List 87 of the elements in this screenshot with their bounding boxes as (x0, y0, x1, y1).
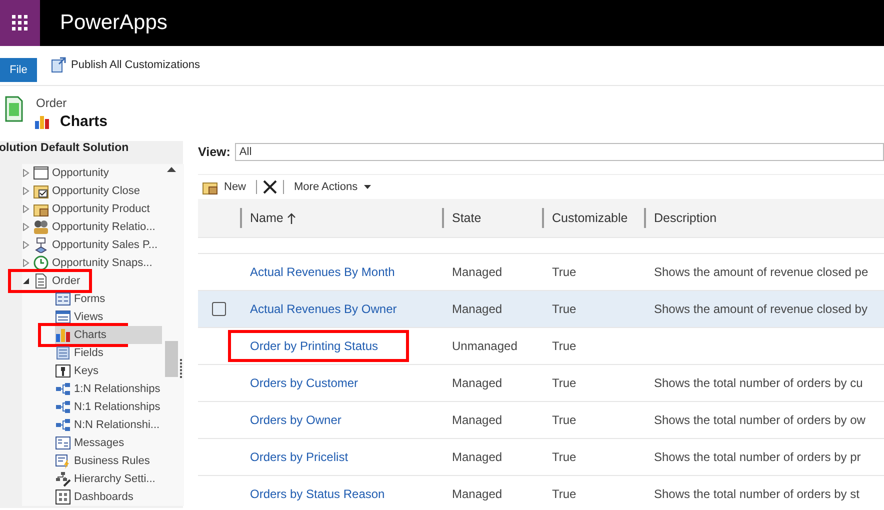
chart-name-link[interactable]: Orders by Customer (250, 376, 358, 390)
form-icon (55, 291, 71, 307)
view-field[interactable]: All (235, 143, 884, 161)
more-actions-button[interactable]: More Actions (290, 176, 375, 198)
state-cell: Managed (452, 265, 502, 279)
flowchart-icon (33, 237, 49, 253)
tree-item[interactable]: Forms (55, 290, 162, 308)
state-cell: Managed (452, 413, 502, 427)
expand-icon[interactable] (22, 241, 30, 249)
customizable-cell: True (552, 339, 576, 353)
tree-item[interactable]: N:N Relationshi... (55, 416, 162, 434)
tree-item[interactable]: Views (55, 308, 162, 326)
expand-icon[interactable] (22, 223, 30, 231)
list-icon (55, 345, 71, 361)
new-button[interactable]: New (198, 176, 250, 198)
tree-item[interactable]: Opportunity Close (22, 182, 160, 200)
customizable-cell: True (552, 413, 576, 427)
scrollbar-thumb[interactable] (165, 341, 178, 377)
expand-icon[interactable] (22, 187, 30, 195)
hierarchy-icon (55, 471, 71, 487)
relationship-icon (55, 417, 71, 433)
publish-icon (51, 57, 67, 73)
caret-icon (364, 185, 371, 189)
tree-item[interactable]: Opportunity Relatio... (22, 218, 160, 236)
calendar-check-icon (33, 183, 49, 199)
description-cell: Shows the amount of revenue closed pe (654, 265, 868, 279)
chart-name-link[interactable]: Orders by Pricelist (250, 450, 348, 464)
tree-item[interactable]: Keys (55, 362, 162, 380)
state-cell: Managed (452, 302, 502, 316)
tree-item[interactable]: Opportunity Snaps... (22, 254, 160, 272)
bar-chart-icon (55, 327, 71, 343)
tree-item[interactable]: Opportunity Product (22, 200, 160, 218)
chart-name-link[interactable]: Orders by Status Reason (250, 487, 385, 501)
expand-icon[interactable] (22, 259, 30, 267)
chart-name-link[interactable]: Actual Revenues By Month (250, 265, 395, 279)
relationship-icon (55, 399, 71, 415)
document-icon (4, 96, 24, 122)
customizable-cell: True (552, 265, 576, 279)
tree-item[interactable]: Fields (55, 344, 162, 362)
tree-item[interactable]: Opportunity (22, 164, 160, 182)
tree-item[interactable]: Messages (55, 434, 162, 452)
chart-name-link[interactable]: Order by Printing Status (250, 339, 378, 353)
message-icon (55, 435, 71, 451)
description-cell: Shows the total number of orders by pr (654, 450, 861, 464)
publish-button[interactable]: Publish All Customizations (51, 57, 200, 73)
bar-chart-icon (34, 114, 50, 130)
key-icon (55, 363, 71, 379)
relationship-icon (55, 381, 71, 397)
tree-item[interactable]: Dashboards (55, 488, 162, 506)
tree-item[interactable]: Charts (55, 326, 162, 344)
tree-item[interactable]: N:1 Relationships (55, 398, 162, 416)
customizable-cell: True (552, 487, 576, 501)
component-title: Charts (60, 113, 108, 130)
tree-item[interactable]: Business Rules (55, 452, 162, 470)
state-cell: Managed (452, 487, 502, 501)
clock-icon (33, 255, 49, 271)
description-cell: Shows the amount of revenue closed by (654, 302, 868, 316)
entity-name: Order (36, 96, 68, 110)
expand-icon[interactable] (22, 169, 30, 177)
rule-icon (55, 453, 71, 469)
sort-ascending-icon (287, 212, 296, 224)
collapse-icon[interactable] (22, 277, 30, 285)
app-title: PowerApps (60, 11, 168, 35)
grid-icon (55, 309, 71, 325)
description-cell: Shows the total number of orders by cu (654, 376, 863, 390)
description-cell: Shows the total number of orders by ow (654, 413, 866, 427)
state-cell: Unmanaged (452, 339, 518, 353)
row-checkbox[interactable] (212, 302, 226, 316)
tree-item[interactable]: 1:N Relationships (55, 380, 162, 398)
customizable-cell: True (552, 302, 576, 316)
app-launcher-button[interactable] (0, 0, 40, 46)
state-cell: Managed (452, 450, 502, 464)
people-icon (33, 219, 49, 235)
waffle-icon (12, 15, 28, 31)
customizable-cell: True (552, 376, 576, 390)
customizable-cell: True (552, 450, 576, 464)
chart-name-link[interactable]: Orders by Owner (250, 413, 342, 427)
expand-icon[interactable] (22, 205, 30, 213)
tree-item[interactable]: Order (22, 272, 160, 290)
tree-item[interactable]: Hierarchy Setti... (55, 470, 162, 488)
view-label: View: (198, 145, 230, 159)
file-tab[interactable]: File (0, 58, 37, 82)
description-cell: Shows the total number of orders by st (654, 487, 860, 501)
delete-icon[interactable] (263, 180, 278, 194)
state-cell: Managed (452, 376, 502, 390)
document-icon (33, 273, 49, 289)
tree-item[interactable]: Opportunity Sales P... (22, 236, 160, 254)
